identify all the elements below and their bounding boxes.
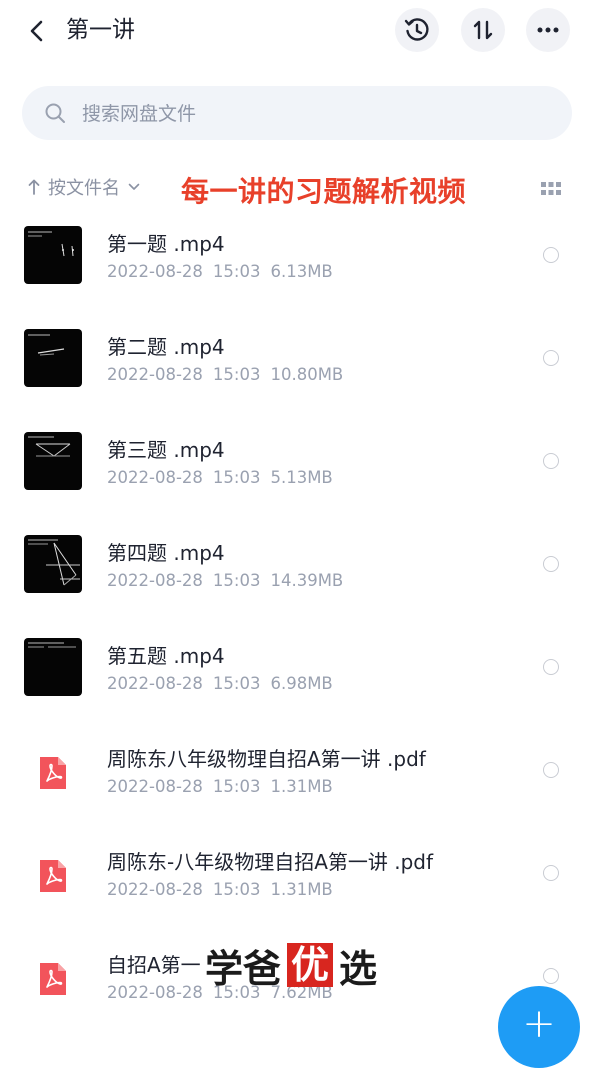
video-thumbnail	[24, 329, 82, 387]
file-size: 14.39MB	[270, 571, 344, 590]
file-name: 第二题 .mp4	[107, 335, 225, 359]
file-time: 15:03	[212, 777, 261, 796]
file-name: 第四题 .mp4	[107, 541, 225, 565]
grid-view-icon	[541, 182, 561, 195]
history-button[interactable]	[395, 8, 439, 52]
file-size: 6.13MB	[270, 262, 333, 281]
file-meta: 2022-08-28 15:03 10.80MB	[107, 365, 353, 384]
file-row[interactable]: 第四题 .mp4 2022-08-28 15:03 14.39MB	[0, 513, 594, 616]
pdf-file-icon	[40, 860, 66, 892]
file-size: 10.80MB	[270, 365, 344, 384]
file-meta: 2022-08-28 15:03 1.31MB	[107, 880, 343, 899]
file-date: 2022-08-28	[107, 365, 203, 384]
select-radio[interactable]	[543, 659, 559, 675]
file-size: 6.98MB	[270, 674, 333, 693]
chevron-left-icon	[30, 20, 43, 42]
file-row[interactable]: 第三题 .mp4 2022-08-28 15:03 5.13MB	[0, 410, 594, 513]
select-radio[interactable]	[543, 350, 559, 366]
file-time: 15:03	[212, 571, 261, 590]
file-date: 2022-08-28	[107, 262, 203, 281]
file-date: 2022-08-28	[107, 777, 203, 796]
file-date: 2022-08-28	[107, 468, 203, 487]
sort-button[interactable]	[461, 8, 505, 52]
file-time: 15:03	[212, 880, 261, 899]
grid-view-button[interactable]	[540, 180, 562, 198]
pdf-file-icon	[40, 963, 66, 995]
select-radio[interactable]	[543, 762, 559, 778]
file-name: 自招A第一	[107, 953, 201, 977]
search-icon	[45, 103, 65, 123]
sort-label: 按文件名	[48, 178, 120, 199]
file-meta: 2022-08-28 15:03 5.13MB	[107, 468, 343, 487]
file-date: 2022-08-28	[107, 674, 203, 693]
add-button[interactable]: +	[498, 986, 580, 1068]
page-title: 第一讲	[66, 17, 135, 43]
watermark-logo: 学爸优选	[205, 942, 377, 991]
search-input[interactable]	[80, 86, 554, 142]
video-thumbnail	[24, 638, 82, 696]
watermark-text-3: 选	[339, 946, 378, 991]
file-date: 2022-08-28	[107, 571, 203, 590]
file-meta: 2022-08-28 15:03 6.98MB	[107, 674, 343, 693]
more-horizontal-icon	[537, 27, 559, 33]
file-time: 15:03	[212, 468, 261, 487]
video-thumbnail	[24, 432, 82, 490]
file-size: 1.31MB	[270, 777, 333, 796]
file-meta: 2022-08-28 15:03 14.39MB	[107, 571, 353, 590]
video-thumbnail	[24, 226, 82, 284]
select-radio[interactable]	[543, 865, 559, 881]
file-name: 周陈东八年级物理自招A第一讲 .pdf	[107, 747, 426, 771]
video-thumbnail	[24, 535, 82, 593]
file-row[interactable]: 第五题 .mp4 2022-08-28 15:03 6.98MB	[0, 616, 594, 719]
watermark-text-1: 学爸	[205, 946, 282, 991]
top-bar: 第一讲	[0, 0, 594, 62]
file-time: 15:03	[212, 365, 261, 384]
file-time: 15:03	[212, 674, 261, 693]
file-meta: 2022-08-28 15:03 1.31MB	[107, 777, 343, 796]
select-radio[interactable]	[543, 247, 559, 263]
sort-selector[interactable]: 按文件名	[28, 172, 140, 202]
file-name: 第三题 .mp4	[107, 438, 225, 462]
history-icon	[404, 18, 429, 41]
file-list: 第一题 .mp4 2022-08-28 15:03 6.13MB 第二题 .mp4 …	[0, 204, 594, 1028]
file-meta: 2022-08-28 15:03 6.13MB	[107, 262, 343, 281]
pdf-file-icon	[40, 757, 66, 789]
select-radio[interactable]	[543, 556, 559, 572]
file-name: 第一题 .mp4	[107, 232, 225, 256]
file-size: 1.31MB	[270, 880, 333, 899]
select-radio[interactable]	[543, 453, 559, 469]
file-name: 第五题 .mp4	[107, 644, 225, 668]
file-row[interactable]: 周陈东八年级物理自招A第一讲 .pdf 2022-08-28 15:03 1.31M…	[0, 719, 594, 822]
file-date: 2022-08-28	[107, 880, 203, 899]
chevron-down-icon	[128, 183, 140, 191]
file-row[interactable]: 第二题 .mp4 2022-08-28 15:03 10.80MB	[0, 307, 594, 410]
sort-up-arrow-icon	[28, 179, 40, 195]
back-button[interactable]	[22, 16, 52, 46]
file-size: 5.13MB	[270, 468, 333, 487]
file-row[interactable]: 周陈东-八年级物理自招A第一讲 .pdf 2022-08-28 15:03 1.31…	[0, 822, 594, 925]
file-date: 2022-08-28	[107, 983, 203, 1002]
file-row[interactable]: 第一题 .mp4 2022-08-28 15:03 6.13MB	[0, 204, 594, 307]
file-name: 周陈东-八年级物理自招A第一讲 .pdf	[107, 850, 434, 874]
more-button[interactable]	[526, 8, 570, 52]
file-time: 15:03	[212, 262, 261, 281]
select-radio[interactable]	[543, 968, 559, 984]
search-box[interactable]	[22, 86, 572, 142]
sort-arrows-icon	[473, 20, 493, 40]
plus-icon: +	[522, 1001, 556, 1047]
watermark-text-2: 优	[287, 943, 334, 987]
